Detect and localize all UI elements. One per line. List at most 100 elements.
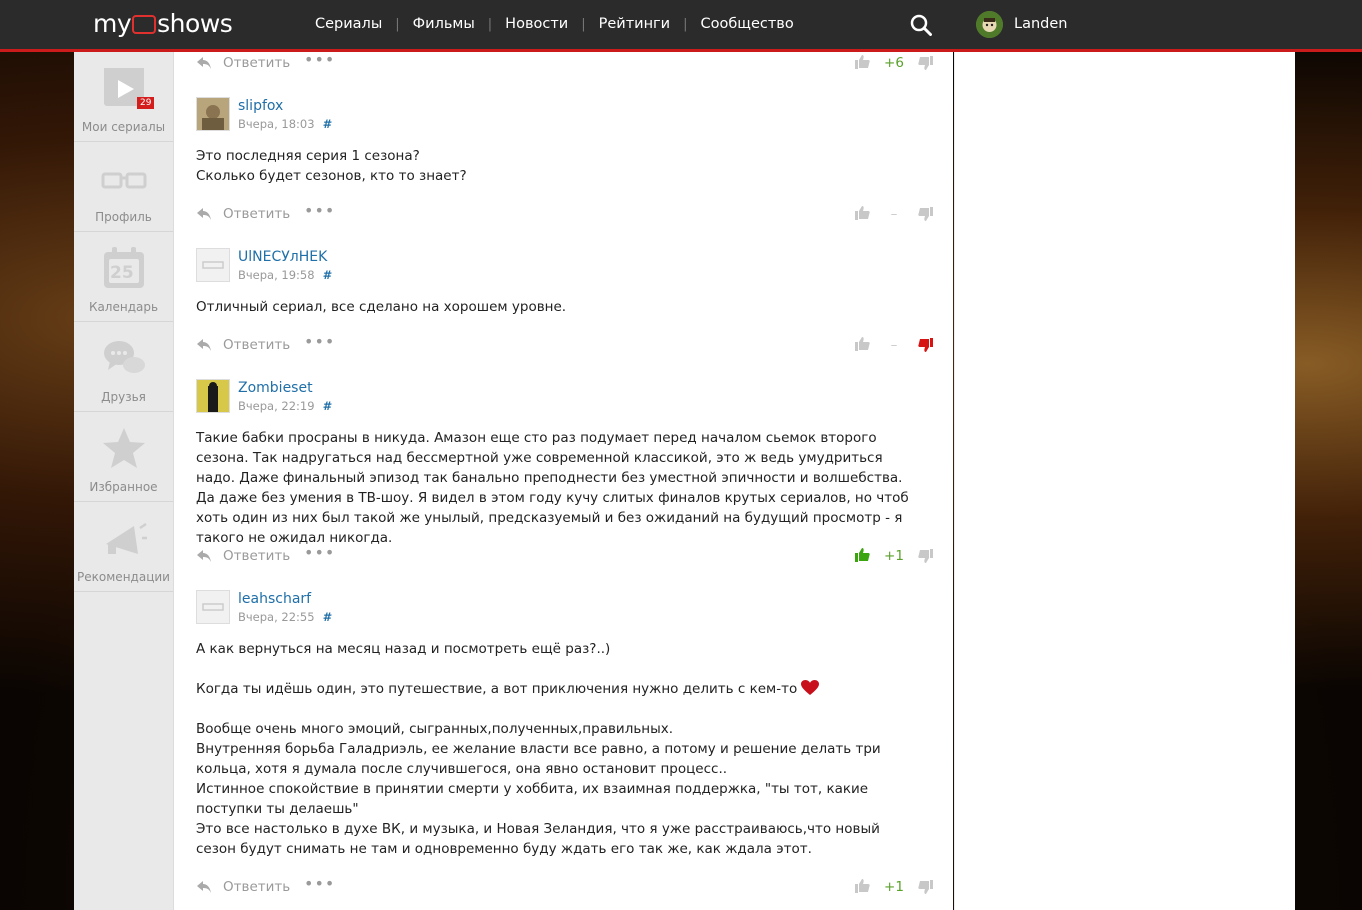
thumbs-down-icon[interactable] — [918, 56, 934, 71]
comment-permalink[interactable]: # — [323, 117, 331, 131]
reply-icon[interactable] — [196, 56, 212, 70]
new-episodes-badge: 29 — [137, 97, 155, 109]
comment-score: +1 — [884, 548, 904, 564]
comment-paragraph: Внутренняя борьба Галадриэль, ее желание… — [196, 741, 881, 777]
comment-paragraph: А как вернуться на месяц назад и посмотр… — [196, 641, 611, 657]
sidebar-item-recommendations[interactable]: Рекомендации — [74, 502, 173, 592]
sidebar-item-favorites[interactable]: Избранное — [74, 412, 173, 502]
main-nav: Сериалы | Фильмы | Новости | Рейтинги | … — [302, 16, 807, 32]
comment-time: Вчера, 19:58 # — [238, 268, 331, 282]
more-options-button[interactable]: ••• — [304, 201, 335, 220]
thumbs-up-icon[interactable] — [854, 547, 870, 562]
more-options-button[interactable]: ••• — [304, 543, 335, 562]
thumbs-down-icon[interactable] — [918, 207, 934, 222]
sidebar-item-friends[interactable]: Друзья — [74, 322, 173, 412]
tv-logo-icon — [132, 15, 157, 34]
sidebar-item-my-series[interactable]: 29 Мои сериалы — [74, 52, 173, 142]
megaphone-icon — [106, 522, 147, 554]
reply-icon[interactable] — [196, 549, 212, 563]
reply-button[interactable]: Ответить — [223, 206, 290, 222]
reply-icon[interactable] — [196, 338, 212, 352]
nav-item-series[interactable]: Сериалы — [302, 16, 395, 32]
comment-line: Когда ты идёшь один, это путешествие, а … — [196, 681, 798, 697]
glasses-icon — [101, 172, 147, 189]
comment-text: А как вернуться на месяц назад и посмотр… — [196, 639, 916, 859]
nav-item-news[interactable]: Новости — [492, 16, 581, 32]
user-name[interactable]: Landen — [1014, 16, 1067, 32]
comment-author[interactable]: Zombieset — [238, 380, 313, 396]
more-options-button[interactable]: ••• — [304, 874, 335, 893]
comment-author[interactable]: leahscharf — [238, 591, 311, 607]
reply-icon[interactable] — [196, 880, 212, 894]
more-options-button[interactable]: ••• — [304, 332, 335, 351]
reply-button[interactable]: Ответить — [223, 548, 290, 564]
sidebar-item-label: Календарь — [88, 300, 159, 314]
comment-avatar[interactable] — [196, 97, 230, 131]
heart-icon — [801, 680, 820, 695]
comment-actions: Ответить ••• – — [174, 201, 953, 229]
comment-time: Вчера, 22:55 # — [238, 610, 331, 624]
site-logo[interactable]: my shows — [93, 9, 233, 38]
comment-avatar[interactable] — [196, 590, 230, 624]
logo-text-left: my — [93, 9, 132, 38]
search-icon[interactable] — [910, 14, 932, 36]
nav-item-ratings[interactable]: Рейтинги — [586, 16, 683, 32]
thumbs-down-icon[interactable] — [918, 338, 934, 353]
sidebar-item-label: Избранное — [89, 480, 158, 494]
reply-icon[interactable] — [196, 207, 212, 221]
logo-text-right: shows — [157, 9, 233, 38]
thumbs-up-icon[interactable] — [854, 205, 870, 220]
comment-time-text: Вчера, 19:58 — [238, 268, 315, 282]
comment-time-text: Вчера, 22:55 — [238, 610, 315, 624]
nav-item-community[interactable]: Сообщество — [687, 16, 806, 32]
comment-permalink[interactable]: # — [323, 268, 331, 282]
nav-item-movies[interactable]: Фильмы — [400, 16, 488, 32]
comment-text: Отличный сериал, все сделано на хорошем … — [196, 299, 567, 315]
comment-score: +1 — [884, 879, 904, 895]
comment-author[interactable]: UlNECУлHEK — [238, 249, 327, 265]
sidebar: 29 Мои сериалы Профиль 25 Календарь Друз… — [74, 52, 174, 910]
reply-button[interactable]: Ответить — [223, 55, 290, 71]
top-navigation-bar: my shows Сериалы | Фильмы | Новости | Рей… — [0, 0, 1362, 52]
sidebar-item-label: Друзья — [101, 390, 146, 404]
comment-time: Вчера, 18:03 # — [238, 117, 331, 131]
comment-avatar[interactable] — [196, 379, 230, 413]
comment-text: Такие бабки просраны в никуда. Амазон ещ… — [196, 430, 909, 546]
reply-button[interactable]: Ответить — [223, 879, 290, 895]
chat-bubbles-icon — [104, 341, 145, 373]
thumbs-up-icon[interactable] — [854, 54, 870, 69]
comment-time: Вчера, 22:19 # — [238, 399, 331, 413]
comment-paragraph: Это все настолько в духе ВК, и музыка, и… — [196, 821, 880, 857]
comment-actions: Ответить ••• +1 — [174, 543, 953, 571]
more-options-button[interactable]: ••• — [304, 52, 335, 69]
thumbs-up-icon[interactable] — [854, 878, 870, 893]
sidebar-item-calendar[interactable]: 25 Календарь — [74, 232, 173, 322]
comment-paragraph: Истинное спокойствие в принятии смерти у… — [196, 781, 869, 817]
user-avatar[interactable] — [976, 11, 1003, 38]
comment-avatar[interactable] — [196, 248, 230, 282]
comment-author[interactable]: slipfox — [238, 98, 283, 114]
reply-button[interactable]: Ответить — [223, 337, 290, 353]
comment-score: +6 — [884, 55, 904, 71]
sidebar-item-label: Мои сериалы — [81, 120, 166, 134]
thumbs-down-icon[interactable] — [918, 549, 934, 564]
comment-paragraph: Когда ты идёшь один, это путешествие, а … — [196, 679, 916, 699]
calendar-day-number: 25 — [110, 263, 134, 283]
comment-score: – — [890, 337, 898, 353]
comment-time-text: Вчера, 22:19 — [238, 399, 315, 413]
thumbs-up-icon[interactable] — [854, 336, 870, 351]
comment-time-text: Вчера, 18:03 — [238, 117, 315, 131]
comment-permalink[interactable]: # — [323, 610, 331, 624]
star-icon — [103, 428, 145, 468]
comment-text: Это последняя серия 1 сезона? Сколько бу… — [196, 148, 467, 184]
comment-permalink[interactable]: # — [323, 399, 331, 413]
sidebar-item-profile[interactable]: Профиль — [74, 142, 173, 232]
sidebar-item-label: Профиль — [95, 210, 152, 224]
comment-actions: Ответить ••• – — [174, 332, 953, 360]
comment-actions: Ответить ••• +6 — [174, 52, 953, 78]
thumbs-down-icon[interactable] — [918, 880, 934, 895]
right-column — [954, 52, 1295, 910]
comment-actions: Ответить ••• +1 — [174, 874, 953, 902]
comment-score: – — [890, 206, 898, 222]
